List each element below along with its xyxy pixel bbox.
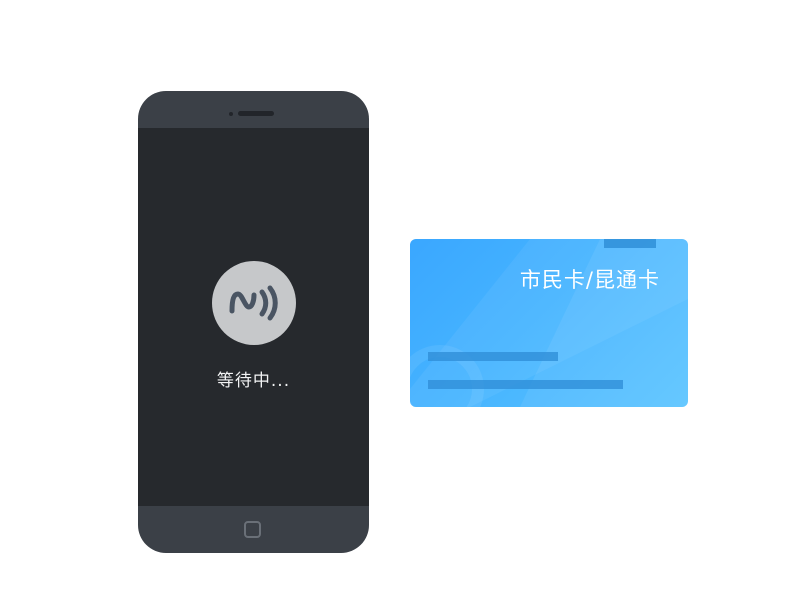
- phone-screen: 等待中...: [138, 128, 369, 506]
- citizen-card: 市民卡/昆通卡: [410, 239, 688, 407]
- camera-icon: [229, 112, 233, 116]
- waiting-status-text: 等待中...: [216, 371, 291, 391]
- card-info-line: [428, 352, 558, 361]
- speaker-grille: [238, 111, 274, 116]
- card-tab-stripe: [604, 239, 656, 248]
- home-button-icon[interactable]: [244, 521, 261, 538]
- card-title: 市民卡/昆通卡: [519, 268, 660, 292]
- phone-device: 等待中...: [138, 91, 369, 553]
- nfc-icon: [212, 261, 296, 345]
- card-info-line: [428, 380, 623, 389]
- stage: 等待中... 市民卡/昆通卡: [0, 0, 800, 600]
